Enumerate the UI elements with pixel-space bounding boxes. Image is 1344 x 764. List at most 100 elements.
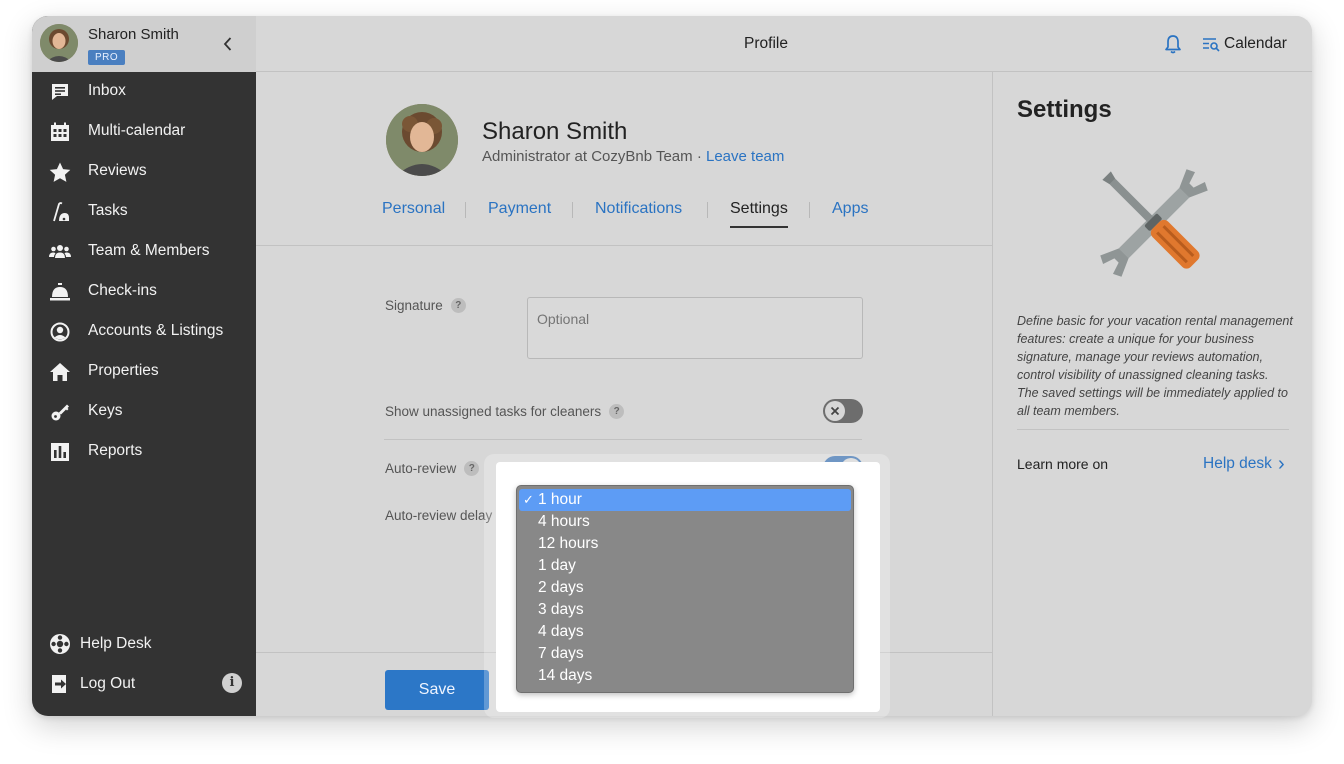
checkmark-icon: ✓: [523, 492, 534, 507]
role-separator: ·: [696, 148, 702, 165]
option-label: 1 hour: [538, 491, 582, 508]
tab-notifications[interactable]: Notifications: [595, 200, 682, 228]
home-icon: [49, 362, 71, 382]
sidebar-item-inbox[interactable]: Inbox: [32, 72, 256, 112]
sidebar-item-label: Properties: [88, 362, 159, 379]
sidebar-item-keys[interactable]: Keys: [32, 392, 256, 432]
sidebar-item-check-ins[interactable]: Check-ins: [32, 272, 256, 312]
auto-review-delay-label-text: Auto-review delay: [385, 508, 493, 523]
settings-info-panel: Settings Define basic for your vacation …: [992, 72, 1312, 716]
account-circle-icon: [49, 322, 71, 342]
signature-label: Signature ?: [385, 298, 466, 313]
logout-icon: [49, 673, 71, 695]
avatar[interactable]: [40, 24, 78, 62]
panel-title: Settings: [1017, 96, 1112, 123]
key-icon: [49, 402, 71, 422]
notifications-bell-icon[interactable]: [1162, 33, 1184, 55]
collapse-sidebar-button[interactable]: [218, 34, 238, 54]
info-icon[interactable]: i: [222, 673, 242, 693]
team-icon: [49, 242, 71, 262]
unassigned-tasks-toggle[interactable]: [823, 399, 863, 423]
sidebar-item-label: Log Out: [80, 675, 136, 692]
chevron-left-icon: [223, 37, 232, 51]
sidebar-item-label: Check-ins: [88, 282, 157, 299]
sidebar: Sharon Smith PRO Inbox Multi-calendar Re…: [32, 16, 256, 716]
calendar-link-label: Calendar: [1224, 35, 1287, 52]
calendar-search-icon: [1203, 38, 1220, 52]
learn-more-text: Learn more on: [1017, 456, 1109, 472]
tab-divider: [572, 202, 573, 218]
tab-payment[interactable]: Payment: [488, 200, 551, 228]
sidebar-bottom: Help Desk Log Out i: [32, 624, 256, 704]
auto-review-label: Auto-review ?: [385, 461, 480, 476]
option-3-days[interactable]: 3 days: [517, 599, 853, 621]
tab-divider: [809, 202, 810, 218]
sidebar-item-reports[interactable]: Reports: [32, 432, 256, 472]
sidebar-item-accounts-listings[interactable]: Accounts & Listings: [32, 312, 256, 352]
profile-role: Administrator at CozyBnb Team · Leave te…: [482, 148, 784, 165]
sidebar-item-label: Accounts & Listings: [88, 322, 224, 339]
option-12-hours[interactable]: 12 hours: [517, 533, 853, 555]
auto-review-label-text: Auto-review: [385, 461, 457, 476]
sidebar-item-label: Reviews: [88, 162, 147, 179]
sidebar-item-help-desk[interactable]: Help Desk: [32, 624, 256, 664]
option-14-days[interactable]: 14 days: [517, 665, 853, 687]
profile-name: Sharon Smith: [482, 118, 628, 145]
help-desk-link[interactable]: Help desk ›: [1203, 453, 1285, 475]
unassigned-tasks-label-text: Show unassigned tasks for cleaners: [385, 404, 602, 419]
calendar-link[interactable]: Calendar: [1202, 33, 1287, 55]
option-1-day[interactable]: 1 day: [517, 555, 853, 577]
tab-personal[interactable]: Personal: [382, 200, 445, 228]
help-icon[interactable]: ?: [464, 461, 480, 476]
help-icon[interactable]: ?: [609, 404, 625, 419]
unassigned-tasks-label: Show unassigned tasks for cleaners ?: [385, 404, 625, 419]
auto-review-delay-label: Auto-review delay: [385, 508, 492, 523]
signature-label-text: Signature: [385, 298, 443, 313]
role-text: Administrator at CozyBnb Team: [482, 148, 693, 165]
bar-chart-icon: [49, 442, 71, 462]
user-name: Sharon Smith: [88, 26, 179, 43]
tab-divider: [465, 202, 466, 218]
user-header: Sharon Smith PRO: [32, 16, 256, 72]
sidebar-item-label: Keys: [88, 402, 123, 419]
sidebar-item-multi-calendar[interactable]: Multi-calendar: [32, 112, 256, 152]
option-4-days[interactable]: 4 days: [517, 621, 853, 643]
profile-tabs: Personal Payment Notifications Settings …: [256, 200, 992, 246]
chevron-right-icon: ›: [1277, 453, 1285, 475]
profile-avatar[interactable]: [386, 104, 458, 176]
sidebar-item-reviews[interactable]: Reviews: [32, 152, 256, 192]
top-bar: Profile Calendar: [256, 16, 1312, 72]
signature-field[interactable]: [527, 297, 863, 359]
toggle-knob: [825, 401, 845, 421]
sidebar-item-label: Reports: [88, 442, 143, 459]
save-button[interactable]: Save: [385, 670, 489, 710]
option-2-days[interactable]: 2 days: [517, 577, 853, 599]
option-4-hours[interactable]: 4 hours: [517, 511, 853, 533]
sidebar-item-log-out[interactable]: Log Out i: [32, 664, 256, 704]
service-bell-icon: [49, 282, 71, 302]
close-icon: [830, 406, 840, 416]
help-desk-link-label: Help desk: [1203, 455, 1272, 472]
vacuum-icon: [49, 202, 71, 222]
sidebar-item-properties[interactable]: Properties: [32, 352, 256, 392]
sidebar-item-label: Tasks: [88, 202, 128, 219]
sidebar-item-label: Team & Members: [88, 242, 210, 259]
tab-apps[interactable]: Apps: [832, 200, 868, 228]
sidebar-item-label: Inbox: [88, 82, 126, 99]
tab-settings[interactable]: Settings: [730, 200, 788, 228]
star-icon: [49, 162, 71, 182]
sidebar-item-team-members[interactable]: Team & Members: [32, 232, 256, 272]
page-title: Profile: [744, 35, 788, 52]
tools-illustration: [1085, 156, 1223, 290]
option-7-days[interactable]: 7 days: [517, 643, 853, 665]
option-1-hour[interactable]: ✓ 1 hour: [519, 489, 851, 511]
panel-description: Define basic for your vacation rental ma…: [1017, 314, 1293, 418]
sidebar-nav: Inbox Multi-calendar Reviews Tasks Team …: [32, 72, 256, 472]
help-icon[interactable]: ?: [450, 298, 466, 313]
delay-options-menu: ✓ 1 hour 4 hours 12 hours 1 day 2 days 3…: [516, 485, 854, 693]
divider: [384, 439, 862, 440]
sidebar-item-tasks[interactable]: Tasks: [32, 192, 256, 232]
tab-divider: [707, 202, 708, 218]
divider: [1017, 429, 1289, 430]
leave-team-link[interactable]: Leave team: [706, 148, 784, 165]
